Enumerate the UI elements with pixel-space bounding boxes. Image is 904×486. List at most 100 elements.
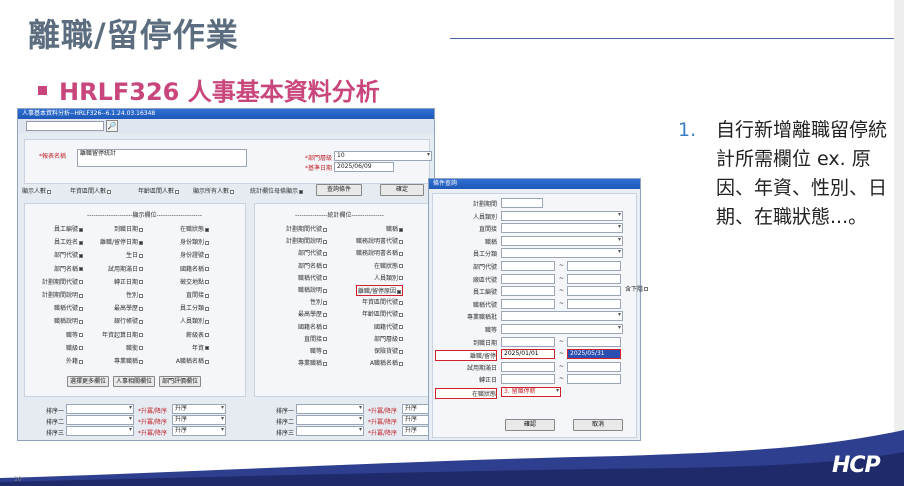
- stat-field-checkbox[interactable]: 最高學歷: [298, 309, 327, 318]
- stat-field-checkbox[interactable]: 部門層級: [374, 334, 403, 343]
- display-field-checkbox[interactable]: A職稱名稱: [176, 356, 209, 365]
- condition-input-to[interactable]: [567, 374, 621, 385]
- display-field-checkbox[interactable]: 薪級表: [186, 330, 209, 339]
- condition-input[interactable]: [501, 261, 555, 271]
- condition-input[interactable]: [501, 324, 623, 334]
- display-field-checkbox[interactable]: 身份類別: [180, 237, 209, 246]
- display-field-checkbox[interactable]: 銀行帳號: [114, 316, 143, 325]
- display-field-checkbox[interactable]: 部門名稱: [54, 264, 83, 273]
- option-show-count[interactable]: 顯示人數: [22, 186, 52, 195]
- condition-input[interactable]: [501, 374, 555, 385]
- sort-direction-select[interactable]: 升序: [172, 415, 226, 425]
- sort-field-select[interactable]: [66, 404, 134, 414]
- person-fields-button[interactable]: 人事相關欄位: [113, 376, 155, 387]
- display-field-checkbox[interactable]: 職稱說明: [54, 316, 83, 325]
- option-stat-display[interactable]: 統計欄位母條顯示: [250, 186, 304, 195]
- stat-field-checkbox[interactable]: 部門代號: [298, 248, 327, 257]
- stat-field-checkbox[interactable]: 計劃期間說明: [286, 236, 327, 245]
- display-field-checkbox[interactable]: 國籍名稱: [180, 264, 209, 273]
- more-fields-button[interactable]: 選擇更多欄位: [67, 376, 109, 387]
- stat-field-checkbox[interactable]: A職稱名稱: [370, 358, 403, 367]
- confirm-button[interactable]: 確定: [380, 184, 424, 196]
- condition-input[interactable]: [501, 210, 623, 221]
- condition-input[interactable]: [501, 286, 555, 297]
- report-name-input[interactable]: 離職留停統計: [77, 149, 247, 167]
- stat-field-checkbox[interactable]: 職稱代號: [298, 273, 327, 282]
- condition-input[interactable]: [501, 248, 623, 259]
- sort-direction-select[interactable]: 升序: [172, 404, 226, 414]
- stat-field-checkbox[interactable]: 計劃期間代號: [286, 224, 327, 233]
- condition-input[interactable]: [501, 336, 555, 347]
- stat-field-checkbox[interactable]: 職稱說明: [298, 285, 327, 294]
- condition-input-to[interactable]: [567, 336, 621, 347]
- stat-field-checkbox[interactable]: 職務說明書名稱: [356, 248, 403, 257]
- condition-input[interactable]: [501, 311, 623, 322]
- display-field-checkbox[interactable]: 離職/留停日期: [100, 237, 143, 246]
- option-seniority-count[interactable]: 年資區間人數: [70, 186, 112, 195]
- stat-field-checkbox[interactable]: 部門名稱: [298, 261, 327, 270]
- condition-input-to[interactable]: [567, 298, 621, 309]
- toolbar-search-input[interactable]: [26, 121, 104, 131]
- condition-input[interactable]: 3. 留職停薪: [501, 387, 561, 397]
- stat-field-checkbox[interactable]: 職等: [310, 346, 327, 355]
- stat-field-checkbox[interactable]: 年齡區間代號: [362, 309, 403, 318]
- condition-input-to[interactable]: [567, 261, 621, 271]
- stat-field-checkbox[interactable]: 人員類別: [374, 273, 403, 282]
- stat-field-checkbox[interactable]: 在職狀態: [374, 261, 403, 270]
- option-all-count[interactable]: 顯示所有人數: [193, 186, 235, 195]
- condition-input[interactable]: [501, 361, 555, 372]
- stat-field-checkbox[interactable]: 職務說明書代號: [356, 236, 403, 245]
- condition-input[interactable]: [501, 273, 555, 284]
- condition-input[interactable]: [501, 298, 555, 309]
- display-field-checkbox[interactable]: 直間接: [186, 290, 209, 299]
- stat-field-checkbox[interactable]: 國籍名稱: [298, 322, 327, 331]
- condition-input[interactable]: [501, 235, 623, 246]
- option-age-count[interactable]: 年齡區間人數: [138, 186, 180, 195]
- display-field-checkbox[interactable]: 年資起算日期: [102, 330, 143, 339]
- display-field-checkbox[interactable]: 到職日期: [114, 224, 143, 233]
- display-field-checkbox[interactable]: 職稱代號: [54, 303, 83, 312]
- display-field-checkbox[interactable]: 身份證號: [180, 250, 209, 259]
- condition-input[interactable]: [501, 198, 543, 208]
- condition-input-to[interactable]: [567, 361, 621, 372]
- display-field-checkbox[interactable]: 性別: [126, 290, 143, 299]
- dept-level-select[interactable]: 10: [334, 151, 432, 161]
- display-field-checkbox[interactable]: 計劃期間說明: [42, 290, 83, 299]
- display-field-checkbox[interactable]: 外籍: [66, 356, 83, 365]
- stat-field-checkbox[interactable]: 性別: [310, 297, 327, 306]
- stat-field-checkbox[interactable]: 保險貨號: [374, 346, 403, 355]
- query-condition-button[interactable]: 查詢條件: [316, 184, 362, 196]
- sort-field-select[interactable]: [296, 415, 364, 425]
- display-field-checkbox[interactable]: 專業職稱: [114, 356, 143, 365]
- stat-field-checkbox[interactable]: 年資區間代號: [362, 297, 403, 306]
- display-field-checkbox[interactable]: 在職狀態: [180, 224, 209, 233]
- condition-input-to[interactable]: 2025/05/31: [567, 349, 621, 360]
- display-field-checkbox[interactable]: 員工編號: [54, 224, 83, 233]
- display-field-checkbox[interactable]: 職級: [66, 343, 83, 352]
- display-field-checkbox[interactable]: 員工分類: [180, 303, 209, 312]
- base-date-input[interactable]: 2025/06/09: [334, 162, 394, 172]
- stat-field-checkbox[interactable]: 職稱: [386, 224, 403, 233]
- display-field-checkbox[interactable]: 試用期滿日: [108, 264, 143, 273]
- display-field-checkbox[interactable]: 人員類別: [180, 316, 209, 325]
- search-icon[interactable]: 🔎: [106, 120, 118, 132]
- stat-field-checkbox[interactable]: 直間接: [304, 334, 327, 343]
- display-field-checkbox[interactable]: 職銜: [126, 343, 143, 352]
- display-field-checkbox[interactable]: 計劃期間代號: [42, 277, 83, 286]
- display-field-checkbox[interactable]: 部門代號: [54, 250, 83, 259]
- display-field-checkbox[interactable]: 轉正日期: [114, 277, 143, 286]
- display-field-checkbox[interactable]: 徵交地點: [180, 277, 209, 286]
- display-field-checkbox[interactable]: 生日: [126, 250, 143, 259]
- display-field-checkbox[interactable]: 員工姓名: [54, 237, 83, 246]
- stat-field-checkbox[interactable]: 專業職稱: [298, 358, 327, 367]
- display-field-checkbox[interactable]: 最高學歷: [114, 303, 143, 312]
- sort-field-select[interactable]: [296, 404, 364, 414]
- include-sub-checkbox[interactable]: 含下階: [625, 284, 649, 293]
- stat-field-leave-reason[interactable]: 離職/留停原因: [355, 285, 403, 296]
- condition-input[interactable]: 2025/01/01: [501, 349, 555, 360]
- display-field-checkbox[interactable]: 職等: [66, 330, 83, 339]
- display-field-checkbox[interactable]: 年資: [192, 343, 209, 352]
- condition-input[interactable]: [501, 223, 623, 234]
- condition-input-to[interactable]: [567, 273, 621, 284]
- condition-input-to[interactable]: [567, 286, 621, 297]
